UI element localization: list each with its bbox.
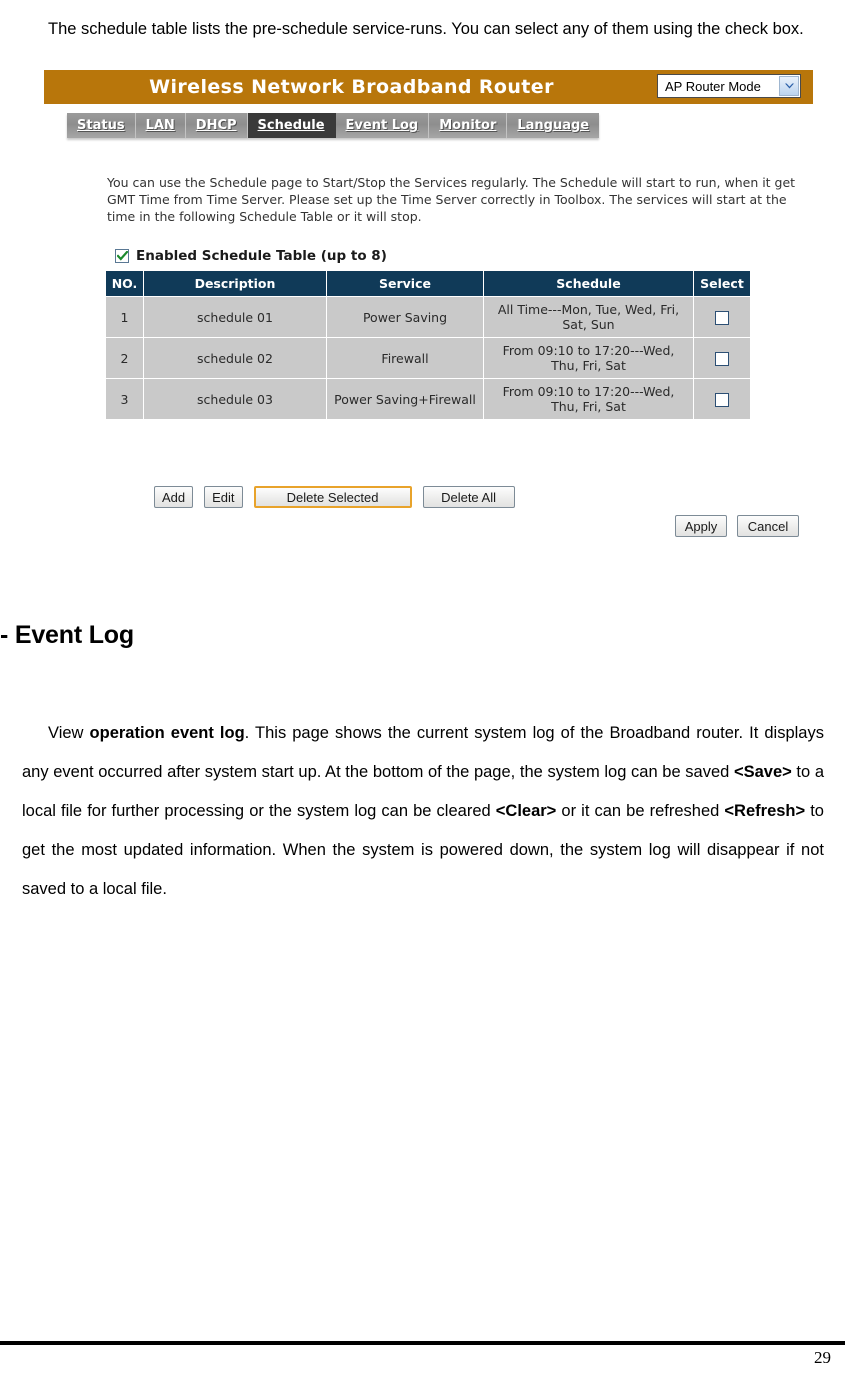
check-icon[interactable] bbox=[115, 249, 129, 263]
eventlog-paragraph-text: View operation event log. This page show… bbox=[22, 724, 824, 898]
cell-description: schedule 03 bbox=[143, 378, 327, 420]
router-nav-bar: Status LAN DHCP Schedule Event Log Monit… bbox=[67, 113, 600, 138]
cancel-button[interactable]: Cancel bbox=[737, 515, 799, 537]
emphasis-text: <Save> bbox=[733, 762, 792, 781]
cell-schedule: From 09:10 to 17:20---Wed, Thu, Fri, Sat bbox=[483, 378, 694, 420]
apply-button[interactable]: Apply bbox=[675, 515, 727, 537]
cell-description: schedule 02 bbox=[143, 337, 327, 379]
nav-item-dhcp[interactable]: DHCP bbox=[186, 113, 248, 138]
cell-select bbox=[693, 296, 751, 338]
chevron-down-icon[interactable] bbox=[779, 76, 799, 96]
nav-item-schedule[interactable]: Schedule bbox=[247, 113, 336, 138]
cell-service: Firewall bbox=[326, 337, 484, 379]
row-select-checkbox[interactable] bbox=[715, 351, 729, 366]
table-row: 1 schedule 01 Power Saving All Time---Mo… bbox=[105, 296, 751, 338]
schedule-action-buttons: Add Edit Delete Selected Delete All bbox=[154, 486, 515, 508]
nav-item-event-log[interactable]: Event Log bbox=[336, 113, 430, 138]
router-mode-select[interactable]: AP Router Mode bbox=[657, 74, 801, 98]
intro-paragraph: The schedule table lists the pre-schedul… bbox=[22, 10, 824, 49]
eventlog-paragraph: View operation event log. This page show… bbox=[22, 714, 824, 909]
emphasis-text: <Clear> bbox=[495, 801, 557, 820]
row-select-checkbox[interactable] bbox=[715, 392, 729, 407]
nav-label: Event Log bbox=[345, 118, 419, 133]
column-header-service: Service bbox=[326, 270, 484, 297]
nav-label: DHCP bbox=[195, 118, 237, 133]
add-button[interactable]: Add bbox=[154, 486, 194, 508]
cell-description: schedule 01 bbox=[143, 296, 327, 338]
edit-button[interactable]: Edit bbox=[204, 486, 243, 508]
nav-item-monitor[interactable]: Monitor bbox=[429, 113, 508, 138]
cell-select bbox=[693, 337, 751, 379]
body-text: View bbox=[48, 723, 90, 742]
router-web-ui-screenshot: Wireless Network Broadband Router AP Rou… bbox=[44, 70, 813, 537]
table-header-row: NO. Description Service Schedule Select bbox=[105, 270, 751, 297]
cell-select bbox=[693, 378, 751, 420]
footer-divider bbox=[0, 1341, 845, 1345]
delete-selected-button[interactable]: Delete Selected bbox=[253, 486, 412, 508]
nav-label: Language bbox=[517, 118, 590, 133]
nav-label: Status bbox=[77, 118, 125, 133]
enabled-schedule-table-row[interactable]: Enabled Schedule Table (up to 8) bbox=[115, 248, 387, 264]
emphasis-text: operation event log bbox=[89, 723, 245, 742]
column-header-select: Select bbox=[693, 270, 751, 297]
schedule-page-description: You can use the Schedule page to Start/S… bbox=[107, 175, 796, 224]
delete-all-button[interactable]: Delete All bbox=[422, 486, 515, 508]
cell-service: Power Saving bbox=[326, 296, 484, 338]
nav-label: Monitor bbox=[439, 118, 497, 133]
cell-no: 3 bbox=[105, 378, 144, 420]
nav-label: LAN bbox=[145, 118, 175, 133]
page-number: 29 bbox=[814, 1348, 831, 1367]
column-header-no: NO. bbox=[105, 270, 144, 297]
emphasis-text: <Refresh> bbox=[724, 801, 806, 820]
intro-paragraph-text: The schedule table lists the pre-schedul… bbox=[48, 19, 804, 38]
nav-item-status[interactable]: Status bbox=[67, 113, 136, 138]
router-title-bar: Wireless Network Broadband Router AP Rou… bbox=[44, 70, 813, 104]
enabled-schedule-table-label: Enabled Schedule Table (up to 8) bbox=[136, 248, 387, 264]
cell-service: Power Saving+Firewall bbox=[326, 378, 484, 420]
cell-no: 2 bbox=[105, 337, 144, 379]
cell-schedule: From 09:10 to 17:20---Wed, Thu, Fri, Sat bbox=[483, 337, 694, 379]
table-row: 2 schedule 02 Firewall From 09:10 to 17:… bbox=[105, 337, 751, 379]
router-mode-select-value: AP Router Mode bbox=[665, 78, 761, 94]
nav-item-language[interactable]: Language bbox=[507, 113, 599, 138]
router-title: Wireless Network Broadband Router bbox=[149, 76, 554, 98]
body-text: or it can be refreshed bbox=[556, 801, 725, 820]
nav-label: Schedule bbox=[257, 118, 325, 133]
row-select-checkbox[interactable] bbox=[715, 310, 729, 325]
apply-cancel-buttons: Apply Cancel bbox=[675, 515, 799, 537]
cell-no: 1 bbox=[105, 296, 144, 338]
column-header-schedule: Schedule bbox=[483, 270, 694, 297]
schedule-table: NO. Description Service Schedule Select … bbox=[105, 270, 751, 420]
page-title: - Event Log bbox=[0, 620, 134, 649]
nav-item-lan[interactable]: LAN bbox=[136, 113, 186, 138]
table-row: 3 schedule 03 Power Saving+Firewall From… bbox=[105, 378, 751, 420]
column-header-description: Description bbox=[143, 270, 327, 297]
cell-schedule: All Time---Mon, Tue, Wed, Fri, Sat, Sun bbox=[483, 296, 694, 338]
